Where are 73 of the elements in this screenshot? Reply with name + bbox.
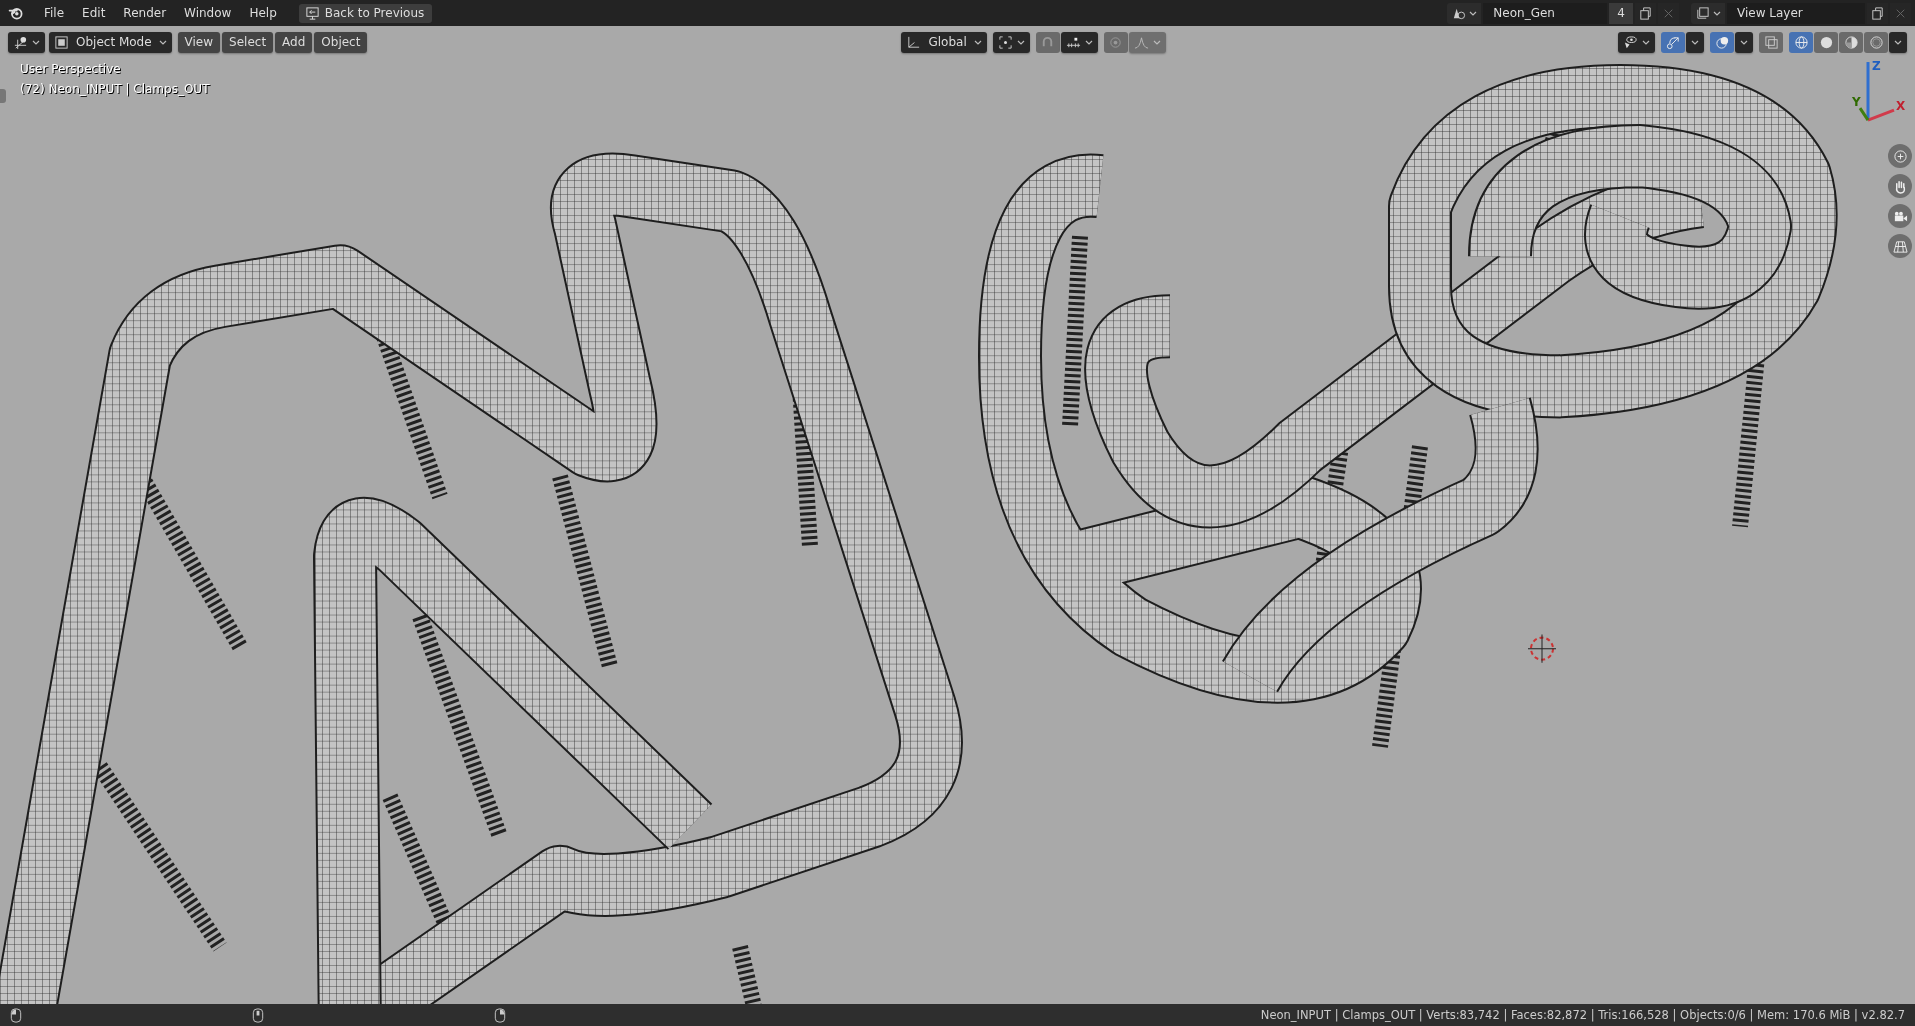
blender-logo-icon[interactable]: [8, 5, 24, 21]
overlapping-squares-icon: [1763, 34, 1779, 50]
overlays-toggle[interactable]: [1710, 31, 1734, 53]
mode-dropdown[interactable]: Object Mode: [49, 31, 172, 53]
caret-icon: [1713, 10, 1721, 16]
solid-sphere-icon: [1818, 34, 1834, 50]
menu-item[interactable]: Edit: [74, 4, 114, 22]
xray-toggle[interactable]: [1759, 31, 1783, 53]
caret-icon: [32, 39, 40, 45]
axes-icon: [906, 34, 922, 50]
scene-statistics: Neon_INPUT | Clamps_OUT | Verts:83,742 | Faces:82,872 | Tris:166,528 | Objects:0/6 | Mem: 170.6 MiB | v2.82.7: [1260, 1008, 1905, 1022]
user-count: 4: [1609, 2, 1633, 24]
menu-item[interactable]: Window: [176, 4, 240, 22]
caret-icon: [1642, 39, 1650, 45]
caret-icon: [1740, 39, 1748, 45]
scene-selector[interactable]: [1447, 2, 1482, 24]
view-name: User Perspective: [20, 61, 121, 77]
object-info: (72) Neon_INPUT | Clamps_OUT: [20, 81, 210, 97]
snap-target-dropdown[interactable]: [1060, 31, 1098, 53]
visibility-dropdown[interactable]: [1618, 31, 1655, 53]
view-layer-selector[interactable]: [1691, 2, 1725, 24]
monitor-arrow-icon: [304, 5, 320, 21]
half-shaded-sphere-icon: [1843, 34, 1859, 50]
header-menu[interactable]: Add: [275, 31, 313, 53]
menu-item[interactable]: File: [36, 4, 73, 22]
proportional-editing-toggle[interactable]: [1103, 31, 1128, 53]
caret-icon: [1084, 39, 1093, 45]
axes-icon: [13, 34, 28, 50]
eye-pointer-icon: [1623, 34, 1638, 50]
mouse-right-icon: [494, 1007, 506, 1023]
zoom-button[interactable]: [1888, 144, 1912, 168]
scene-name-field[interactable]: Neon_Gen: [1483, 2, 1608, 24]
back-to-previous-button[interactable]: Back to Previous: [298, 3, 433, 23]
mouse-left-icon: [10, 1007, 22, 1023]
gizmo-toggle[interactable]: [1661, 31, 1685, 53]
header-menu[interactable]: Object: [314, 31, 368, 53]
3d-cursor-icon: [1527, 634, 1557, 664]
editor-type-button[interactable]: [8, 31, 45, 53]
overlapping-circles-icon: [1714, 34, 1730, 50]
caret-icon: [1691, 39, 1699, 45]
gizmo-dropdown[interactable]: [1686, 31, 1704, 53]
caret-icon: [973, 39, 982, 45]
wireframe-sphere-icon: [1793, 34, 1809, 50]
object-square-icon: [54, 34, 69, 50]
shading-dropdown[interactable]: [1889, 31, 1907, 53]
camera-button[interactable]: [1888, 204, 1912, 228]
caret-icon: [158, 39, 167, 45]
view-layer-field[interactable]: View Layer: [1727, 2, 1865, 24]
caret-icon: [1016, 39, 1025, 45]
shading-mode-button[interactable]: [1814, 31, 1838, 53]
orientation-dropdown[interactable]: Global: [901, 31, 987, 53]
pivot-point-dropdown[interactable]: [992, 31, 1030, 53]
pan-hand-button[interactable]: [1888, 174, 1912, 198]
grid-icon: [1892, 238, 1908, 254]
menu-item[interactable]: Render: [115, 4, 175, 22]
ringed-sphere-icon: [1868, 34, 1884, 50]
shading-mode-button[interactable]: [1839, 31, 1863, 53]
caret-icon: [1894, 39, 1902, 45]
caret-icon: [1469, 10, 1478, 16]
overlays-dropdown[interactable]: [1735, 31, 1753, 53]
header-menu[interactable]: Select: [222, 31, 274, 53]
gizmo-arrow-icon: [1665, 34, 1681, 50]
target-circle-icon: [1108, 34, 1124, 50]
pivot-icon: [997, 34, 1013, 50]
snap-toggle[interactable]: [1035, 31, 1060, 53]
menu-item[interactable]: Help: [241, 4, 285, 22]
perspective-grid-button[interactable]: [1888, 234, 1912, 258]
plus-circle-icon: [1892, 148, 1908, 164]
caret-icon: [1152, 39, 1161, 45]
image-stack-icon: [1695, 5, 1710, 21]
mouse-middle-icon: [252, 1007, 264, 1023]
header-menu[interactable]: View: [177, 31, 221, 53]
shading-mode-button[interactable]: [1789, 31, 1813, 53]
